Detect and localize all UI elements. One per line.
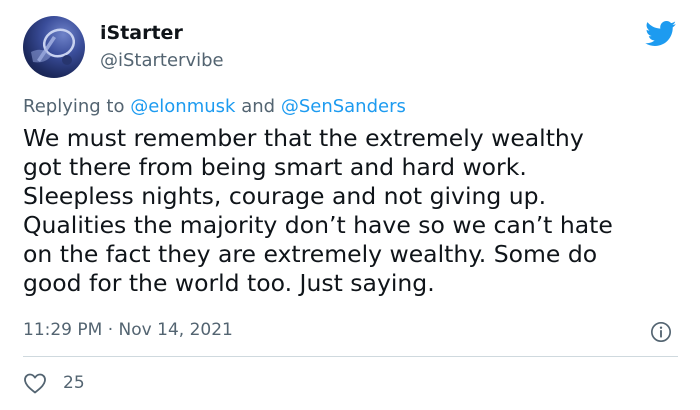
- tweet-timestamp[interactable]: 11:29 PM · Nov 14, 2021: [23, 320, 233, 340]
- avatar-graphic: [31, 28, 76, 65]
- heart-icon[interactable]: [23, 372, 47, 394]
- meta-separator: ·: [107, 320, 114, 340]
- mention-sensanders[interactable]: @SenSanders: [281, 96, 406, 117]
- tweet-time: 11:29 PM: [23, 320, 103, 340]
- tweet-text: We must remember that the extremely weal…: [23, 124, 678, 298]
- like-count: 25: [63, 373, 85, 393]
- like-action[interactable]: 25: [23, 371, 85, 395]
- tweet-text-line: on the fact they are extremely wealthy. …: [23, 240, 598, 268]
- tweet-text-line: good for the world too. Just saying.: [23, 269, 435, 297]
- tweet-text-line: We must remember that the extremely weal…: [23, 124, 584, 152]
- reply-prefix: Replying to: [23, 96, 125, 117]
- reply-context: Replying to @elonmusk and @SenSanders: [23, 96, 406, 117]
- tweet-text-line: Sleepless nights, courage and not giving…: [23, 182, 547, 210]
- info-icon[interactable]: [650, 321, 672, 343]
- reply-conjunction: and: [241, 96, 276, 117]
- author-avatar[interactable]: [23, 16, 85, 78]
- mention-elonmusk[interactable]: @elonmusk: [130, 96, 235, 117]
- divider: [23, 356, 678, 357]
- author-handle[interactable]: @iStartervibe: [100, 50, 224, 71]
- twitter-bird-icon[interactable]: [645, 21, 677, 47]
- tweet-date: Nov 14, 2021: [118, 320, 233, 340]
- author-name[interactable]: iStarter: [100, 22, 183, 44]
- tweet-text-line: Qualities the majority don’t have so we …: [23, 211, 613, 239]
- tweet-text-line: got there from being smart and hard work…: [23, 153, 527, 181]
